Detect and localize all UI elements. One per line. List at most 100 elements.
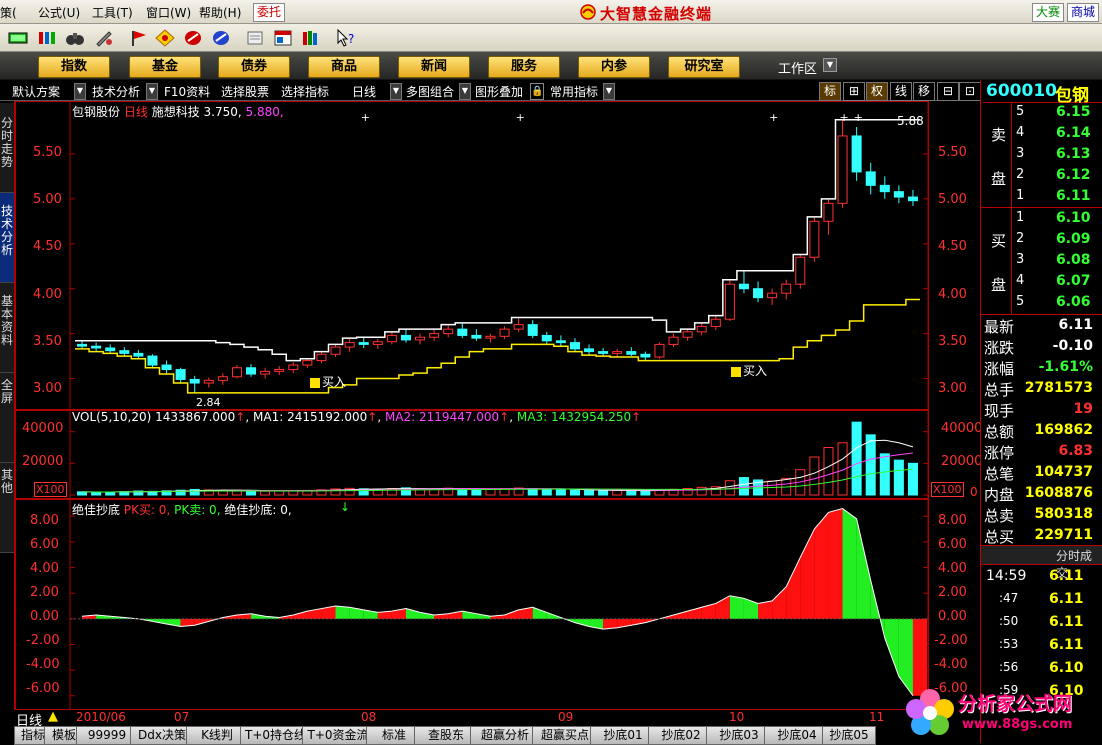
ask-price: 6.11	[1056, 188, 1091, 204]
bottom-tab[interactable]: 抄底05	[822, 726, 876, 745]
maximize-panel-button[interactable]: ⊡	[959, 82, 981, 101]
f10-button[interactable]: F10资料	[164, 83, 210, 100]
binoculars-icon[interactable]	[65, 29, 85, 47]
bottom-tab[interactable]: 超赢分析	[470, 726, 540, 745]
menu-tools[interactable]: 工具(T)	[92, 4, 133, 21]
stat-row: 总额 169862	[981, 420, 1102, 441]
nav-index-button[interactable]: 指数	[38, 56, 110, 78]
diamond-icon[interactable]	[155, 29, 175, 47]
bottom-tab[interactable]: 超赢买点	[532, 726, 598, 745]
document-icon[interactable]	[245, 29, 265, 47]
select-indicator-button[interactable]: 选择指标	[281, 83, 329, 100]
stat-row: 内盘 1608876	[981, 483, 1102, 504]
ask-row[interactable]: 1 6.11	[1012, 186, 1102, 207]
date-label: 2010/06	[76, 710, 126, 724]
nav-fund-button[interactable]: 基金	[129, 56, 201, 78]
bid-row[interactable]: 1 6.10	[1012, 208, 1102, 229]
bottom-tab[interactable]: 抄底03	[706, 726, 772, 745]
ind-tick: 0.00	[30, 609, 59, 624]
multi-chart-menu[interactable]: 多图组合	[406, 83, 454, 100]
nav-news-button[interactable]: 新闻	[398, 56, 470, 78]
overlay-menu[interactable]: 图形叠加	[475, 83, 523, 100]
bottom-tab[interactable]: K线判	[186, 726, 248, 745]
bottom-tab[interactable]: 抄底04	[764, 726, 830, 745]
nav-bond-button[interactable]: 债券	[218, 56, 290, 78]
weituo-button[interactable]: 委托	[253, 3, 286, 22]
peak-label: 5.88	[897, 114, 924, 128]
tab-fullscreen[interactable]: 全屏	[0, 373, 14, 463]
multi-chart-dropdown-icon[interactable]: ▼	[459, 83, 471, 100]
bottom-tab[interactable]: T+0资金流	[302, 726, 374, 745]
tab-basic-info[interactable]: 基本资料	[0, 283, 14, 373]
select-stock-button[interactable]: 选择股票	[221, 83, 269, 100]
bid-price: 6.08	[1056, 252, 1091, 268]
chart-area[interactable]: + + + + +	[15, 101, 980, 710]
menu-strategy[interactable]: 策(	[0, 4, 17, 21]
window-icon[interactable]	[273, 29, 293, 47]
candle	[555, 340, 566, 344]
line-button[interactable]: 线	[890, 82, 912, 101]
candle	[738, 283, 749, 290]
menu-window[interactable]: 窗口(W)	[146, 4, 191, 21]
minimize-panel-button[interactable]: ⊟	[937, 82, 959, 101]
period-selector[interactable]: 日线	[352, 83, 376, 100]
bottom-tab[interactable]: T+0持仓线	[240, 726, 310, 745]
triangle-up-icon[interactable]: ▲	[48, 709, 58, 724]
menu-formula[interactable]: 公式(U)	[38, 4, 80, 21]
stat-label: 总买	[984, 528, 1015, 546]
blue-ellipse-icon[interactable]	[211, 29, 231, 47]
workspace-label[interactable]: 工作区	[778, 58, 817, 77]
watermark-url: www.88gs.com	[962, 717, 1073, 732]
bottom-tab[interactable]: 抄底02	[648, 726, 714, 745]
ask-row[interactable]: 4 6.14	[1012, 123, 1102, 144]
red-ellipse-icon[interactable]	[183, 29, 203, 47]
ask-row[interactable]: 2 6.12	[1012, 165, 1102, 186]
mall-button[interactable]: 商城	[1067, 3, 1100, 22]
help-cursor-icon[interactable]: ?	[336, 29, 356, 47]
bottom-tab[interactable]: 抄底01	[590, 726, 656, 745]
workspace-dropdown-icon[interactable]: ▼	[823, 58, 837, 72]
candle	[781, 283, 792, 294]
common-indicator-dropdown-icon[interactable]: ▼	[603, 83, 615, 100]
candle	[907, 196, 918, 202]
bid-row[interactable]: 3 6.08	[1012, 250, 1102, 271]
scheme-selector[interactable]: 默认方案	[12, 83, 60, 100]
nav-research-button[interactable]: 研究室	[668, 56, 740, 78]
move-button[interactable]: 移	[913, 82, 935, 101]
bid-row[interactable]: 4 6.07	[1012, 271, 1102, 292]
candle	[246, 367, 257, 375]
books-icon[interactable]	[301, 29, 321, 47]
candle	[217, 376, 228, 381]
tab-other[interactable]: 其他	[0, 463, 14, 553]
bid-row[interactable]: 2 6.09	[1012, 229, 1102, 250]
rights-button[interactable]: 权	[866, 82, 888, 101]
bottom-tab[interactable]: 查股东	[414, 726, 478, 745]
nav-service-button[interactable]: 服务	[488, 56, 560, 78]
common-indicator-menu[interactable]: 常用指标	[550, 83, 598, 100]
tools-icon[interactable]	[94, 29, 114, 47]
indicator-area	[758, 600, 773, 619]
volume-header: VOL(5,10,20) 1433867.000↑, MA1: 2415192.…	[72, 410, 642, 424]
contest-button[interactable]: 大赛	[1032, 3, 1065, 22]
ask-row[interactable]: 3 6.13	[1012, 144, 1102, 165]
nav-insider-button[interactable]: 内参	[578, 56, 650, 78]
sell-label: 卖	[991, 126, 1007, 144]
green-bar-icon[interactable]	[8, 29, 28, 47]
crosshair-button[interactable]: ⊞	[843, 82, 865, 101]
tab-timeshare[interactable]: 分时走势	[0, 103, 14, 193]
tech-analysis-dropdown-icon[interactable]: ▼	[146, 83, 158, 100]
period-dropdown-icon[interactable]: ▼	[390, 83, 402, 100]
lock-icon[interactable]: 🔒	[530, 83, 544, 100]
bottom-tab[interactable]: Ddx决策	[130, 726, 194, 745]
grid-icon[interactable]	[37, 29, 57, 47]
mark-button[interactable]: 标	[819, 82, 841, 101]
ask-row[interactable]: 5 6.15	[1012, 102, 1102, 123]
nav-commodity-button[interactable]: 商品	[308, 56, 380, 78]
bottom-tab[interactable]: 99999	[76, 726, 138, 745]
tab-tech-analysis[interactable]: 技术分析	[0, 193, 14, 283]
menu-help[interactable]: 帮助(H)	[199, 4, 241, 21]
tech-analysis-menu[interactable]: 技术分析	[92, 83, 140, 100]
flag-icon[interactable]	[129, 29, 149, 47]
bid-row[interactable]: 5 6.06	[1012, 292, 1102, 313]
scheme-dropdown-icon[interactable]: ▼	[74, 83, 86, 100]
